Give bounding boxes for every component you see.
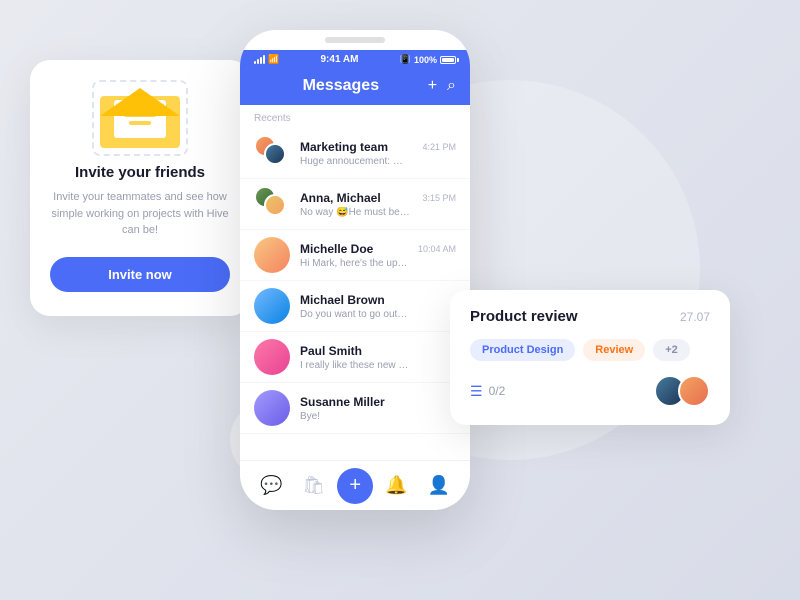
- add-button[interactable]: +: [428, 77, 437, 95]
- progress-icon: ☰: [470, 383, 483, 400]
- invite-title: Invite your friends: [50, 164, 230, 181]
- letter-line-2: [129, 121, 151, 125]
- avatar: [254, 339, 290, 375]
- message-name: Michael Brown: [300, 293, 385, 307]
- message-preview: Hi Mark, here's the update you've reques…: [300, 258, 410, 269]
- recents-label: Recents: [240, 105, 470, 128]
- message-preview: I really like these new glossy elements: [300, 360, 410, 371]
- review-date: 27.07: [680, 310, 710, 324]
- person-icon: 👤: [428, 475, 450, 496]
- message-item[interactable]: Michelle Doe 10:04 AM Hi Mark, here's th…: [240, 230, 470, 281]
- messages-title: Messages: [303, 77, 380, 95]
- battery-icon: [440, 56, 456, 64]
- message-item[interactable]: Marketing team 4:21 PM Huge annoucement:…: [240, 128, 470, 179]
- message-name: Anna, Michael: [300, 191, 381, 205]
- review-avatars: [654, 375, 710, 407]
- message-content: Marketing team 4:21 PM Huge annoucement:…: [300, 140, 456, 167]
- bell-icon: 🔔: [385, 475, 407, 496]
- message-item[interactable]: Michael Brown Do you want to go out toni…: [240, 281, 470, 332]
- message-name-row: Michelle Doe 10:04 AM: [300, 242, 456, 256]
- message-name-row: Michael Brown: [300, 293, 456, 307]
- sig-4: [263, 55, 265, 64]
- message-name-row: Anna, Michael 3:15 PM: [300, 191, 456, 205]
- message-time: 3:15 PM: [422, 193, 456, 203]
- message-name: Paul Smith: [300, 344, 362, 358]
- avatar-mini-2: [264, 143, 286, 165]
- message-content: Michelle Doe 10:04 AM Hi Mark, here's th…: [300, 242, 456, 269]
- status-right: 📳 100%: [400, 54, 456, 65]
- nav-bag[interactable]: 🛍: [294, 467, 333, 504]
- reviewer-avatar-2: [678, 375, 710, 407]
- message-name: Susanne Miller: [300, 395, 385, 409]
- avatar-group: [254, 186, 290, 222]
- sig-3: [260, 57, 262, 64]
- message-item[interactable]: Paul Smith I really like these new gloss…: [240, 332, 470, 383]
- message-name-row: Marketing team 4:21 PM: [300, 140, 456, 154]
- tag-more[interactable]: +2: [653, 339, 690, 361]
- phone-notch-area: [240, 30, 470, 50]
- messages-header: Messages + ⌕: [240, 69, 470, 105]
- header-actions: + ⌕: [428, 77, 456, 95]
- message-list: Marketing team 4:21 PM Huge annoucement:…: [240, 128, 470, 460]
- message-preview: No way 😅He must be kidding!: [300, 207, 410, 218]
- nav-add-button[interactable]: +: [337, 468, 373, 504]
- envelope-flap: [100, 88, 180, 116]
- status-bar: 📶 9:41 AM 📳 100%: [240, 50, 470, 69]
- avatar-group: [254, 135, 290, 171]
- chat-icon: 💬: [260, 475, 282, 496]
- invite-button[interactable]: Invite now: [50, 257, 230, 292]
- message-item[interactable]: Susanne Miller Bye!: [240, 383, 470, 434]
- message-content: Michael Brown Do you want to go out toni…: [300, 293, 456, 320]
- review-header: Product review 27.07: [470, 308, 710, 325]
- status-time: 9:41 AM: [320, 54, 358, 65]
- search-button[interactable]: ⌕: [447, 77, 456, 95]
- sig-2: [257, 59, 259, 64]
- message-content: Anna, Michael 3:15 PM No way 😅He must be…: [300, 191, 456, 218]
- sig-1: [254, 61, 256, 64]
- battery-percent: 100%: [414, 55, 437, 65]
- nav-person[interactable]: 👤: [420, 467, 458, 504]
- bluetooth-icon: 📳: [400, 54, 411, 65]
- review-footer: ☰ 0/2: [470, 375, 710, 407]
- avatar: [254, 288, 290, 324]
- message-preview: Do you want to go out tonight?: [300, 309, 410, 320]
- tag-review[interactable]: Review: [583, 339, 645, 361]
- message-name: Michelle Doe: [300, 242, 373, 256]
- avatar: [254, 237, 290, 273]
- avatar-mini-4: [264, 194, 286, 216]
- signal-bars: [254, 55, 265, 64]
- message-content: Paul Smith I really like these new gloss…: [300, 344, 456, 371]
- review-title: Product review: [470, 308, 578, 325]
- review-progress: ☰ 0/2: [470, 383, 505, 400]
- status-left: 📶: [254, 54, 279, 65]
- envelope-icon: [100, 88, 180, 148]
- nav-chat[interactable]: 💬: [252, 467, 290, 504]
- message-item[interactable]: Anna, Michael 3:15 PM No way 😅He must be…: [240, 179, 470, 230]
- wifi-icon: 📶: [268, 54, 279, 65]
- message-name-row: Paul Smith: [300, 344, 456, 358]
- message-name-row: Susanne Miller: [300, 395, 456, 409]
- review-tags: Product Design Review +2: [470, 339, 710, 361]
- message-time: 4:21 PM: [422, 142, 456, 152]
- message-content: Susanne Miller Bye!: [300, 395, 456, 422]
- invite-description: Invite your teammates and see how simple…: [50, 189, 230, 239]
- tag-product-design[interactable]: Product Design: [470, 339, 575, 361]
- phone-notch: [325, 37, 385, 43]
- message-time: 10:04 AM: [418, 244, 456, 254]
- bottom-nav: 💬 🛍 + 🔔 👤: [240, 460, 470, 510]
- bag-icon: 🛍: [302, 475, 325, 496]
- message-name: Marketing team: [300, 140, 388, 154]
- review-card: Product review 27.07 Product Design Revi…: [450, 290, 730, 425]
- nav-bell[interactable]: 🔔: [377, 467, 415, 504]
- progress-value: 0/2: [489, 384, 506, 398]
- message-preview: Huge annoucement: we will release new ve…: [300, 156, 410, 167]
- message-preview: Bye!: [300, 411, 410, 422]
- phone-frame: 📶 9:41 AM 📳 100% Messages + ⌕ Recents: [240, 30, 470, 510]
- avatar: [254, 390, 290, 426]
- invite-card: Invite your friends Invite your teammate…: [30, 60, 250, 316]
- battery-fill: [442, 58, 454, 62]
